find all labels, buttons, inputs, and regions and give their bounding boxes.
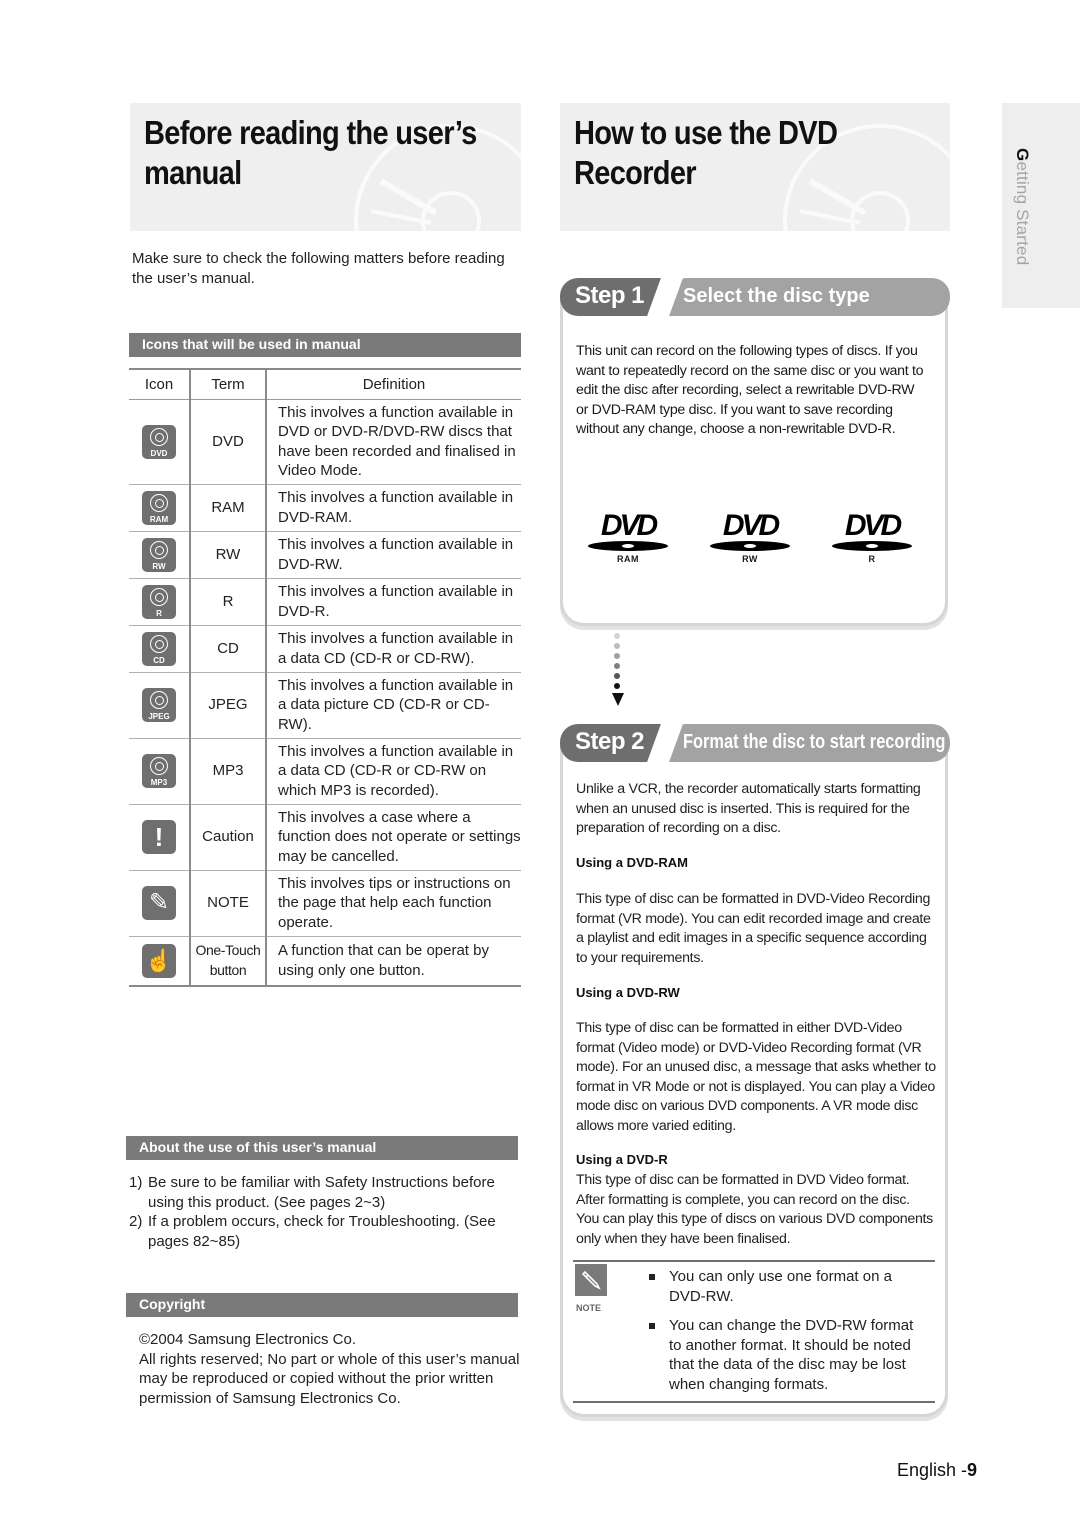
definition-cell: This involves a function available in DV… [266, 399, 521, 485]
definition-cell: This involves a function available in DV… [266, 578, 521, 626]
dvd-r-text: This type of disc can be formatted in DV… [576, 1172, 933, 1247]
term-cell: RAM [190, 484, 267, 532]
list-item: You can change the DVD-RW format to anot… [649, 1316, 929, 1394]
term-cell: DVD [190, 399, 267, 485]
note-pencil-icon: ✎ [142, 886, 176, 920]
dvd-ram-text: This type of disc can be formatted in DV… [576, 891, 931, 966]
column-header-term: Term [190, 369, 267, 400]
term-cell: R [190, 578, 267, 626]
down-arrow-icon [612, 633, 624, 708]
dvd-rw-heading: Using a DVD-RW [576, 985, 680, 1000]
term-cell: MP3 [190, 738, 267, 805]
definition-cell: This involves a function available in a … [266, 738, 521, 805]
jpeg-disc-icon: JPEG [142, 688, 176, 722]
table-header-row: Icon Term Definition [129, 369, 521, 400]
page-title-left: Before reading the user’s manual [144, 114, 477, 191]
chapter-side-tab[interactable]: Getting Started [1002, 103, 1080, 308]
dvd-ram-heading: Using a DVD-RAM [576, 855, 688, 870]
term-cell: CD [190, 625, 267, 673]
term-cell: Caution [190, 804, 267, 871]
copyright-text: ©2004 Samsung Electronics Co. All rights… [139, 1331, 520, 1407]
dvd-r-logo: DVD R [829, 511, 915, 564]
about-list: 1) Be sure to be familiar with Safety Ins… [129, 1173, 521, 1251]
table-row: ☝ One-Touch button A function that can be… [129, 936, 521, 986]
caution-icon: ! [142, 820, 176, 854]
list-item: 1) Be sure to be familiar with Safety Ins… [129, 1174, 495, 1211]
r-disc-icon: R [142, 584, 176, 619]
step1-header: Step 1 Select the disc type [560, 278, 950, 318]
page-title-right: How to use the DVD Recorder [574, 114, 838, 191]
step2-header: Step 2 Format the disc to start recordin… [560, 724, 950, 764]
section-heading-icons: Icons that will be used in manual [129, 333, 521, 357]
disc-shape-icon [710, 541, 790, 551]
term-cell: RW [190, 531, 267, 579]
column-header-icon: Icon [129, 369, 191, 400]
step1-text: This unit can record on the following ty… [576, 343, 924, 437]
title-banner-left: Before reading the user’s manual [130, 103, 521, 231]
note-pencil-icon [575, 1264, 607, 1296]
table-row: MP3 MP3 This involves a function availab… [129, 738, 521, 805]
section-heading-copyright: Copyright [126, 1293, 518, 1317]
note-box: NOTE You can only use one format on a DV… [573, 1260, 935, 1403]
table-row: R R This involves a function available i… [129, 578, 521, 626]
note-list: You can only use one format on a DVD-RW.… [649, 1267, 929, 1404]
section-heading-about: About the use of this user’s manual [126, 1136, 518, 1160]
cd-disc-icon: CD [142, 631, 176, 666]
step2-intro: Unlike a VCR, the recorder automatically… [576, 781, 921, 836]
dvd-rw-logo: DVD RW [707, 511, 793, 564]
definition-cell: This involves a case where a function do… [266, 804, 521, 871]
definition-cell: This involves a function available in a … [266, 672, 521, 739]
step2-title: Format the disc to start recording [668, 724, 950, 762]
table-row: JPEG JPEG This involves a function avail… [129, 672, 521, 739]
definition-cell: A function that can be operat by using o… [278, 942, 489, 979]
disc-shape-icon [588, 541, 668, 551]
dvd-ram-logo: DVD RAM [585, 511, 671, 564]
definition-cell: This involves a function available in a … [266, 625, 521, 673]
definition-cell: This involves tips or instructions on th… [266, 870, 521, 937]
step1-title: Select the disc type [668, 278, 950, 316]
table-row: ! Caution This involves a case where a f… [129, 804, 521, 871]
ram-disc-icon: RAM [142, 490, 176, 525]
dvd-disc-icon: DVD [142, 424, 176, 459]
dvd-logo-row: DVD RAM DVD RW DVD R [585, 511, 925, 572]
one-touch-hand-icon: ☝ [142, 943, 176, 978]
dvd-rw-text: This type of disc can be formatted in ei… [576, 1020, 936, 1134]
table-row: ✎ NOTE This involves tips or instruction… [129, 870, 521, 937]
mp3-disc-icon: MP3 [142, 754, 176, 788]
list-item: You can only use one format on a DVD-RW. [649, 1267, 929, 1306]
intro-paragraph: Make sure to check the following matters… [132, 250, 505, 287]
definition-cell: This involves a function available in DV… [266, 531, 521, 579]
table-row: CD CD This involves a function available… [129, 625, 521, 673]
note-label: NOTE [576, 1303, 602, 1313]
table-row: DVD DVD This involves a function availab… [129, 399, 521, 485]
term-cell: NOTE [190, 870, 267, 937]
term-cell: JPEG [190, 672, 267, 739]
rw-disc-icon: RW [142, 537, 176, 572]
page-number: English -9 [897, 1460, 978, 1480]
icons-table: Icon Term Definition DVD DVD This involv… [129, 368, 521, 987]
table-row: RW RW This involves a function available… [129, 531, 521, 579]
definition-cell: This involves a function available in DV… [266, 484, 521, 532]
title-banner-right: How to use the DVD Recorder [560, 103, 950, 231]
dvd-r-heading: Using a DVD-R [576, 1152, 668, 1167]
disc-shape-icon [832, 541, 912, 551]
column-header-definition: Definition [266, 369, 521, 400]
chapter-tab-label: Getting Started [1013, 148, 1032, 266]
term-cell: One-Touch button [190, 936, 267, 986]
list-item: 2) If a problem occurs, check for Trouble… [129, 1213, 496, 1250]
table-row: RAM RAM This involves a function availab… [129, 484, 521, 532]
